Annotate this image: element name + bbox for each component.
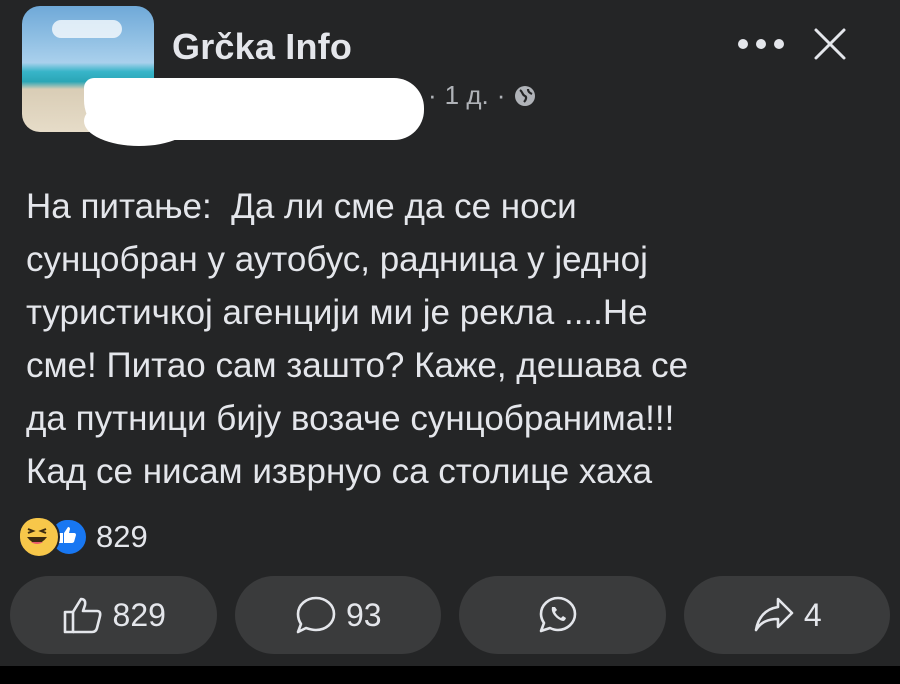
whatsapp-share-button[interactable] [459, 576, 666, 654]
meta-separator: · [428, 80, 437, 110]
share-arrow-icon [752, 595, 796, 635]
reaction-count: 829 [96, 519, 148, 554]
whatsapp-icon [536, 593, 580, 637]
meta-separator: · [496, 80, 506, 110]
like-button[interactable]: 829 [10, 576, 217, 654]
more-horizontal-icon[interactable] [734, 30, 788, 58]
page-name[interactable]: Grčka Info [172, 26, 352, 68]
share-count: 4 [803, 596, 822, 633]
bottom-edge [0, 666, 900, 684]
post-meta: · 1 д. · [428, 80, 537, 111]
avatar-cloud [52, 20, 122, 38]
like-count: 829 [112, 596, 166, 633]
reaction-summary[interactable]: 829 [18, 516, 148, 558]
post-time[interactable]: 1 д. [445, 80, 489, 111]
share-button[interactable]: 4 [683, 576, 890, 654]
post-text: На питање: Да ли сме да се носи сунцобра… [26, 187, 689, 491]
comment-button[interactable]: 93 [234, 576, 441, 654]
thumbs-up-icon [61, 595, 105, 635]
haha-reaction-icon [18, 516, 60, 558]
action-bar: 829 93 4 [10, 576, 890, 654]
close-icon[interactable] [812, 26, 848, 62]
comment-count: 93 [345, 596, 382, 633]
globe-icon [513, 84, 537, 108]
facebook-post: Grčka Info · 1 д. · На питање: Да ли сме… [0, 0, 900, 684]
redaction-bar [84, 78, 424, 140]
comment-bubble-icon [294, 594, 338, 636]
